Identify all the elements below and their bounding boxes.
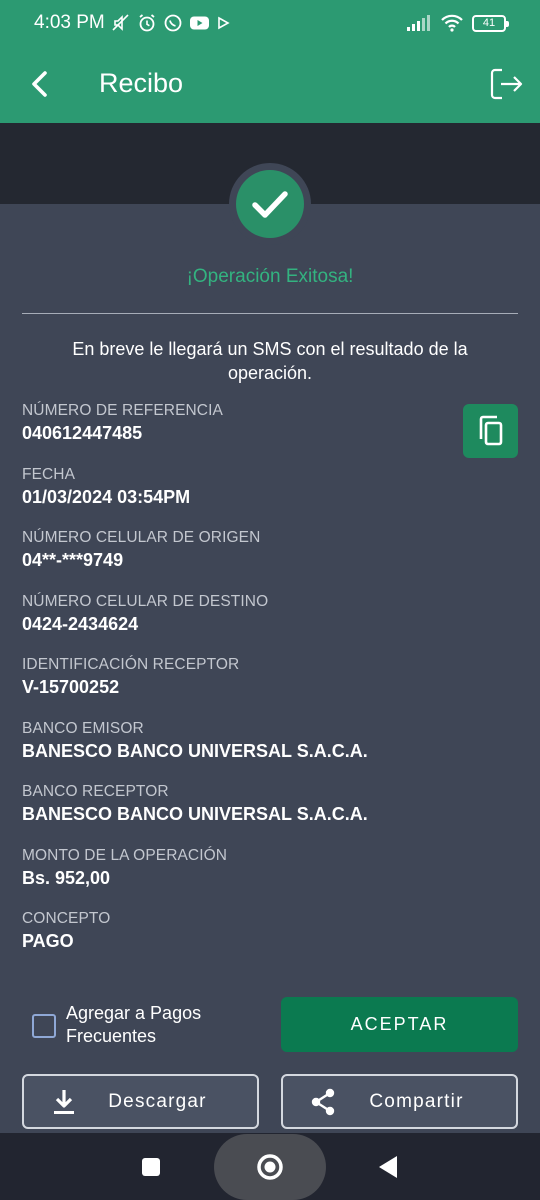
field-label: CONCEPTO (22, 910, 111, 927)
field-value: BANESCO BANCO UNIVERSAL S.A.C.A. (22, 741, 368, 761)
divider (22, 313, 518, 314)
share-icon (311, 1088, 335, 1115)
field-label: BANCO EMISOR (22, 720, 144, 737)
download-icon (54, 1089, 74, 1114)
youtube-icon (189, 16, 209, 30)
chevron-left-icon (32, 71, 47, 97)
field-label: IDENTIFICACIÓN RECEPTOR (22, 656, 240, 673)
recents-button[interactable] (136, 1152, 166, 1182)
wifi-icon (441, 14, 463, 32)
logout-button[interactable] (486, 64, 526, 104)
accept-button[interactable]: ACEPTAR (281, 997, 518, 1052)
field-receiver-id: IDENTIFICACIÓN RECEPTOR V-15700252 (22, 656, 452, 698)
home-button[interactable] (252, 1149, 288, 1185)
home-circle-icon (257, 1154, 283, 1180)
share-label: Compartir (369, 1090, 464, 1112)
field-issuing-bank: BANCO EMISOR BANESCO BANCO UNIVERSAL S.A… (22, 720, 452, 762)
play-icon (217, 16, 230, 30)
page-title: Recibo (99, 68, 184, 98)
field-value: 040612447485 (22, 423, 143, 443)
field-label: BANCO RECEPTOR (22, 783, 169, 800)
status-notification-icons (111, 13, 230, 33)
sms-notice: En breve le llegará un SMS con el result… (72, 339, 468, 383)
field-value: BANESCO BANCO UNIVERSAL S.A.C.A. (22, 804, 368, 824)
check-icon (252, 191, 288, 218)
field-value: Bs. 952,00 (22, 868, 111, 888)
field-label: MONTO DE LA OPERACIÓN (22, 847, 228, 864)
add-favorites-option[interactable]: Agregar a Pagos Frecuentes (32, 1002, 226, 1048)
success-badge (229, 163, 311, 245)
add-favorites-checkbox[interactable] (32, 1014, 56, 1038)
field-value: 04**-***9749 (22, 550, 124, 570)
download-button[interactable]: Descargar (22, 1074, 259, 1129)
field-reference-number: NÚMERO DE REFERENCIA 040612447485 (22, 402, 452, 444)
field-date: FECHA 01/03/2024 03:54PM (22, 466, 452, 508)
field-receiving-bank: BANCO RECEPTOR BANESCO BANCO UNIVERSAL S… (22, 783, 452, 825)
field-label: NÚMERO CELULAR DE DESTINO (22, 593, 269, 610)
copy-reference-button[interactable] (463, 404, 518, 458)
download-label: Descargar (108, 1090, 207, 1112)
field-value: 01/03/2024 03:54PM (22, 487, 191, 507)
back-button[interactable] (22, 64, 58, 104)
field-concept: CONCEPTO PAGO (22, 910, 452, 952)
signal-icon (407, 15, 430, 31)
status-bar: 4:03 PM 41 (0, 0, 540, 46)
status-time: 4:03 PM (34, 12, 105, 33)
back-nav-button[interactable] (373, 1150, 403, 1184)
field-label: NÚMERO CELULAR DE ORIGEN (22, 529, 261, 546)
success-message: ¡Operación Exitosa! (186, 266, 354, 287)
battery-level: 41 (482, 17, 496, 29)
whatsapp-icon (164, 14, 182, 32)
field-value: V-15700252 (22, 677, 120, 697)
field-value: PAGO (22, 931, 74, 951)
copy-icon (479, 415, 502, 446)
triangle-back-icon (379, 1156, 397, 1178)
square-icon (142, 1158, 160, 1176)
field-origin-phone: NÚMERO CELULAR DE ORIGEN 04**-***9749 (22, 529, 452, 571)
share-button[interactable]: Compartir (281, 1074, 518, 1129)
battery-icon: 41 (472, 14, 509, 32)
add-favorites-label: Agregar a Pagos Frecuentes (66, 1003, 202, 1046)
mute-icon (112, 14, 129, 31)
field-label: NÚMERO DE REFERENCIA (22, 402, 223, 419)
field-label: FECHA (22, 466, 76, 483)
app-bar: Recibo (0, 46, 540, 123)
field-value: 0424-2434624 (22, 614, 139, 634)
alarm-icon (139, 14, 155, 32)
field-amount: MONTO DE LA OPERACIÓN Bs. 952,00 (22, 847, 452, 889)
field-destination-phone: NÚMERO CELULAR DE DESTINO 0424-2434624 (22, 593, 452, 635)
logout-icon (490, 68, 523, 100)
